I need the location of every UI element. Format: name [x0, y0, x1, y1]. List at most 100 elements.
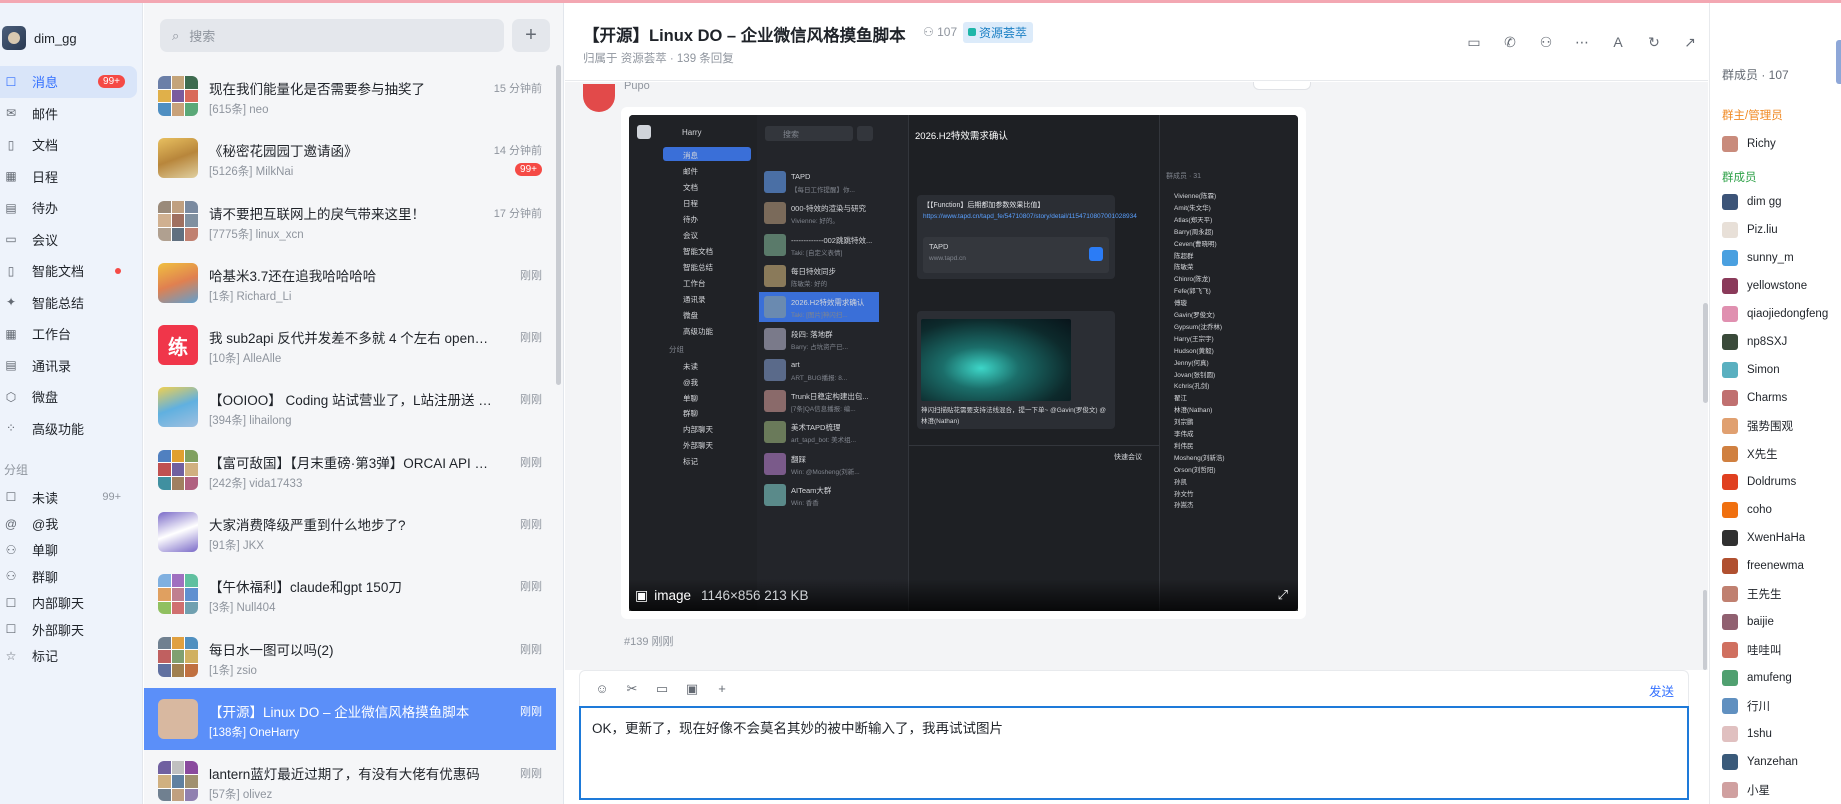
search-placeholder[interactable]: 搜索: [189, 26, 215, 45]
chat-list-scrollbar[interactable]: [556, 65, 561, 385]
group-item-4[interactable]: ☐ 内部聊天: [0, 590, 143, 616]
open-external-icon[interactable]: ↗: [1672, 34, 1708, 51]
member-count[interactable]: ⚇ 107: [923, 25, 957, 39]
member-item[interactable]: 哇哇叫: [1710, 636, 1841, 664]
chat-item[interactable]: 【OOIOO】 Coding 站试营业了，L站注册送 5$ 额度 [394条] l…: [144, 376, 556, 438]
chat-item[interactable]: 【富可敌国】【月末重磅·第3弹】ORCAI API 中转站开放 [242条] vi…: [144, 439, 556, 501]
group-item-6[interactable]: ☆ 标记: [0, 642, 143, 668]
inner-text: Harry(王宗宇): [1174, 335, 1214, 343]
member-item[interactable]: 王先生: [1710, 580, 1841, 608]
member-item[interactable]: X先生: [1710, 440, 1841, 468]
nav-item-1[interactable]: ✉ 邮件: [0, 98, 143, 130]
member-item[interactable]: baijie: [1710, 608, 1841, 636]
chat-item[interactable]: 大家消费降级严重到什么地步了? [91条] JKX 刚刚: [144, 501, 556, 563]
font-size-icon[interactable]: A: [1600, 34, 1636, 51]
group-item-5[interactable]: ☐ 外部聊天: [0, 616, 143, 642]
member-item[interactable]: coho: [1710, 496, 1841, 524]
category-tag[interactable]: 资源荟萃: [963, 22, 1034, 43]
video-call-icon[interactable]: ▭: [1456, 34, 1492, 51]
chat-item[interactable]: 请不要把互联网上的戾气带来这里！ [7775条] linux_xcn 17 分钟前: [144, 190, 556, 252]
image-message[interactable]: Harry 消息 邮件 文档 日程 待办 会议 智能文档 智能总结 工作台 通讯录 微盘 高级功能 分组未…: [621, 107, 1306, 619]
avatar-tile: [171, 463, 185, 477]
member-item[interactable]: dim gg: [1710, 188, 1841, 216]
member-item[interactable]: Charms: [1710, 384, 1841, 412]
chat-item[interactable]: 现在我们能量化是否需要参与抽奖了 [615条] neo 15 分钟前: [144, 65, 556, 127]
folder-icon[interactable]: ▭: [654, 681, 670, 697]
member-item[interactable]: 行川: [1710, 692, 1841, 720]
add-member-icon[interactable]: ⚇: [1528, 34, 1564, 51]
owner-member[interactable]: Richy: [1710, 130, 1841, 158]
more-icon[interactable]: ⋯: [1564, 34, 1600, 51]
member-name: 1shu: [1747, 728, 1772, 740]
phone-call-icon[interactable]: ✆: [1492, 34, 1528, 51]
member-item[interactable]: yellowstone: [1710, 272, 1841, 300]
nav-item-7[interactable]: ✦ 智能总结: [0, 287, 143, 319]
nav-item-11[interactable]: ⁘ 高级功能: [0, 413, 143, 445]
group-item-0[interactable]: ☐ 未读 99+: [0, 484, 143, 510]
member-name: amufeng: [1747, 672, 1792, 684]
image-upload-icon[interactable]: ▣: [684, 681, 700, 697]
embedded-screenshot[interactable]: Harry 消息 邮件 文档 日程 待办 会议 智能文档 智能总结 工作台 通讯录 微盘 高级功能 分组未…: [629, 115, 1298, 611]
user-avatar[interactable]: [2, 26, 26, 50]
chat-item[interactable]: 【开源】Linux DO – 企业微信风格摸鱼脚本 [138条] OneHarry…: [144, 687, 556, 751]
inner-text: 文档: [683, 183, 698, 192]
avatar-tile: [171, 477, 185, 490]
side-tab[interactable]: [1836, 40, 1841, 84]
add-button[interactable]: +: [512, 19, 550, 52]
single-chat-icon: ⚇: [5, 542, 17, 557]
inner-text: 智能文档: [683, 247, 713, 256]
member-item[interactable]: amufeng: [1710, 664, 1841, 692]
internal-chat-icon: ☐: [5, 595, 17, 610]
nav-item-0[interactable]: ☐ 消息 99+: [0, 66, 137, 98]
nav-item-8[interactable]: ▦ 工作台: [0, 318, 143, 350]
scissors-icon[interactable]: ✂: [624, 681, 640, 697]
chat-item[interactable]: 【午休福利】claude和gpt 150刀 [3条] Null404 刚刚: [144, 563, 556, 625]
nav-item-2[interactable]: ▯ 文档: [0, 129, 143, 161]
send-button[interactable]: 发送: [1649, 681, 1674, 700]
sender-avatar[interactable]: [583, 84, 615, 112]
chat-item[interactable]: 《秘密花园园丁邀请函》 [5126条] MilkNai 14 分钟前 99+: [144, 127, 556, 189]
chat-item[interactable]: 每日水一图可以吗(2) [1条] zsio 刚刚: [144, 626, 556, 688]
member-item[interactable]: Piz.liu: [1710, 216, 1841, 244]
avatar-tile: [185, 449, 198, 463]
inner-text: Barry: 占坑资产已...: [791, 343, 849, 351]
group-item-3[interactable]: ⚇ 群聊: [0, 563, 143, 589]
nav-item-4[interactable]: ▤ 待办: [0, 192, 143, 224]
current-user[interactable]: dim_gg: [0, 21, 143, 55]
nav-item-3[interactable]: ▦ 日程: [0, 161, 143, 193]
refresh-icon[interactable]: ↻: [1636, 34, 1672, 51]
chat-item[interactable]: 哈基米3.7还在追我哈哈哈哈 [1条] Richard_Li 刚刚: [144, 252, 556, 314]
emoji-icon[interactable]: ☺: [594, 681, 610, 696]
member-item[interactable]: qiaojiedongfeng: [1710, 300, 1841, 328]
nav-item-10[interactable]: ⬡ 微盘: [0, 381, 143, 413]
avatar-tile: [158, 89, 171, 103]
inner-chat: 2026.H2特效需求确认 【【Function】后期都加参数效果比值】 https…: [909, 115, 1159, 611]
group-item-1[interactable]: @ @我: [0, 510, 143, 536]
nav-item-6[interactable]: ▯ 智能文档: [0, 255, 143, 287]
message-input[interactable]: OK，更新了，现在好像不会莫名其妙的被中断输入了，我再试试图片: [579, 706, 1689, 800]
member-item[interactable]: Doldrums: [1710, 468, 1841, 496]
nav-item-9[interactable]: ▤ 通讯录: [0, 350, 143, 382]
chat-item[interactable]: lantern蓝灯最近过期了，有没有大佬有优惠码 [57条] olivez 刚刚: [144, 750, 556, 804]
member-item[interactable]: Simon: [1710, 356, 1841, 384]
member-item[interactable]: 强势围观: [1710, 412, 1841, 440]
member-item[interactable]: sunny_m: [1710, 244, 1841, 272]
plus-icon[interactable]: +: [714, 681, 730, 696]
member-item[interactable]: freenewma: [1710, 552, 1841, 580]
avatar-tile: [171, 89, 185, 103]
member-item[interactable]: Yanzehan: [1710, 748, 1841, 776]
nav-item-5[interactable]: ▭ 会议: [0, 224, 143, 256]
member-item[interactable]: XwenHaHa: [1710, 524, 1841, 552]
group-item-2[interactable]: ⚇ 单聊: [0, 537, 143, 563]
avatar-tile: [171, 588, 185, 601]
inner-text: Atlas(郑天平): [1174, 216, 1213, 224]
member-item[interactable]: 1shu: [1710, 720, 1841, 748]
expand-icon[interactable]: ⤢: [1278, 587, 1288, 603]
member-item[interactable]: np8SXJ: [1710, 328, 1841, 356]
member-item[interactable]: 小星: [1710, 776, 1841, 804]
message-scrollbar[interactable]: [1703, 303, 1708, 403]
chat-item[interactable]: 练我 sub2api 反代并发差不多就 4 个左右 openai 的官方并发是多…: [144, 314, 556, 376]
member-scrollbar[interactable]: [1703, 590, 1707, 670]
search-box[interactable]: ⌕ 搜索: [160, 19, 504, 52]
chat-title: 【开源】Linux DO – 企业微信风格摸鱼脚本: [583, 27, 906, 45]
